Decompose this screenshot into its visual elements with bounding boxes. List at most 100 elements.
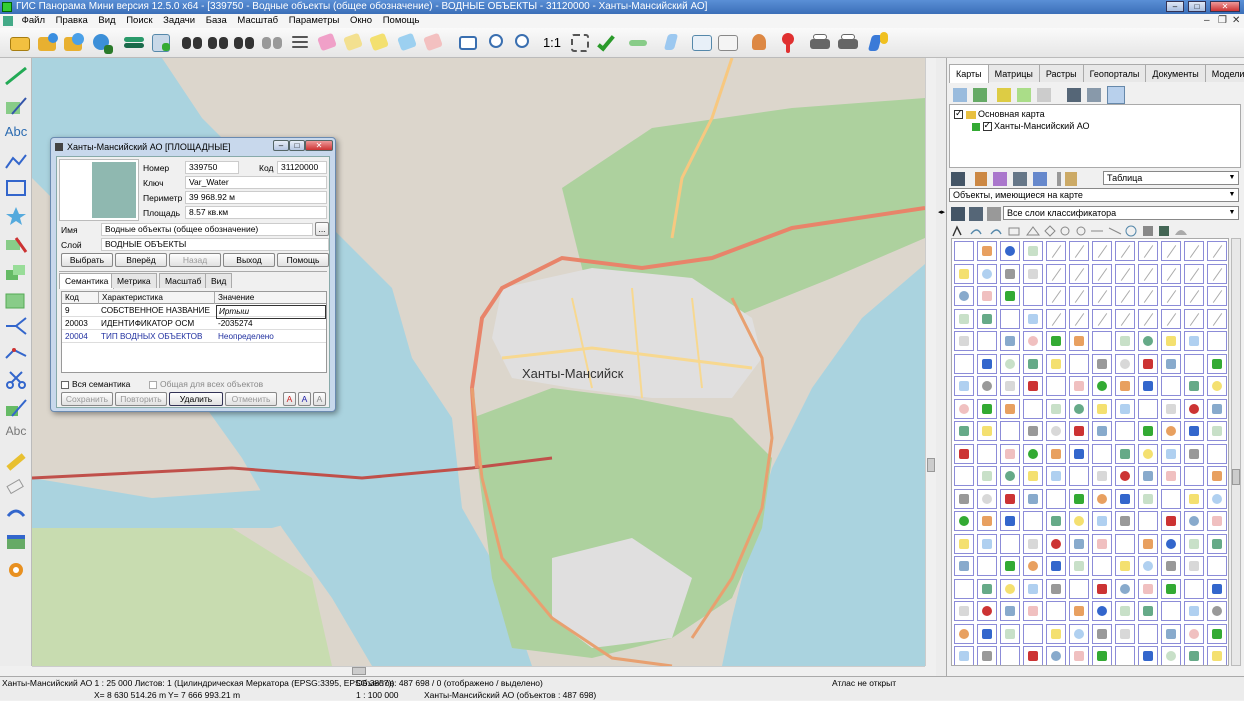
edit-vertices-icon[interactable]	[4, 344, 28, 364]
move-object-icon[interactable]	[4, 290, 28, 310]
legend-symbol[interactable]	[1023, 331, 1043, 351]
back-button[interactable]: Назад	[169, 253, 221, 267]
legend-symbol[interactable]	[1138, 263, 1158, 284]
legend-symbol[interactable]	[1184, 556, 1204, 576]
legend-symbol[interactable]	[1138, 601, 1158, 621]
draw-area-icon[interactable]	[4, 96, 28, 116]
text-info-icon[interactable]	[716, 31, 740, 55]
object-type-icons[interactable]	[951, 224, 1231, 238]
legend-symbol[interactable]	[977, 443, 997, 464]
split-line-icon[interactable]	[4, 316, 28, 336]
legend-symbol[interactable]	[1046, 263, 1066, 284]
menu-parameters[interactable]: Параметры	[285, 14, 344, 28]
draw-line-icon[interactable]	[4, 66, 28, 86]
menu-view[interactable]: Вид	[94, 14, 119, 28]
legend-symbol[interactable]	[954, 646, 974, 665]
legend-symbol[interactable]	[1000, 556, 1020, 576]
legend-symbol[interactable]	[1000, 646, 1020, 665]
legend-symbol[interactable]	[1000, 241, 1020, 261]
legend-symbol[interactable]	[954, 601, 974, 621]
legend-symbol[interactable]	[1184, 533, 1204, 554]
legend-symbol[interactable]	[1115, 466, 1135, 486]
layer-stack-3-icon[interactable]	[987, 207, 1001, 221]
dialog-maximize-button[interactable]: □	[289, 140, 305, 151]
legend-symbol[interactable]	[1046, 376, 1066, 396]
legend-symbol[interactable]	[1069, 286, 1089, 306]
legend-symbol[interactable]	[1161, 241, 1181, 261]
legend-symbol[interactable]	[1046, 421, 1066, 441]
open-folder-icon[interactable]	[8, 31, 32, 55]
legend-symbol[interactable]	[1207, 578, 1227, 599]
legend-symbol[interactable]	[1161, 286, 1181, 306]
fit-extent-icon[interactable]	[568, 31, 592, 55]
legend-symbol[interactable]	[1092, 376, 1112, 396]
legend-symbol[interactable]	[1161, 331, 1181, 351]
menu-help[interactable]: Помощь	[379, 14, 424, 28]
legend-symbol[interactable]	[1092, 578, 1112, 599]
rectangle-icon[interactable]	[4, 178, 28, 198]
zoom-window-icon[interactable]	[456, 31, 480, 55]
legend-symbol[interactable]	[1069, 443, 1089, 464]
legend-symbol[interactable]	[1184, 398, 1204, 419]
legend-symbol[interactable]	[1161, 511, 1181, 531]
legend-symbol[interactable]	[1207, 556, 1227, 576]
binoculars-disabled-icon[interactable]	[260, 31, 284, 55]
legend-symbol[interactable]	[1023, 578, 1043, 599]
legend-symbol[interactable]	[1000, 488, 1020, 509]
legend-symbol[interactable]	[1046, 286, 1066, 306]
legend-symbol[interactable]	[1000, 308, 1020, 329]
scale-1-1-button[interactable]: 1:1	[540, 31, 564, 55]
legend-symbol[interactable]	[1092, 488, 1112, 509]
legend-symbol[interactable]	[1115, 286, 1135, 306]
legend-symbol[interactable]	[977, 556, 997, 576]
forward-button[interactable]: Вперёд	[115, 253, 167, 267]
legend-symbol[interactable]	[1115, 331, 1135, 351]
legend-symbol[interactable]	[1000, 443, 1020, 464]
legend-symbol[interactable]	[954, 241, 974, 261]
legend-symbol[interactable]	[1023, 466, 1043, 486]
legend-symbol[interactable]	[1046, 353, 1066, 374]
legend-symbol[interactable]	[1023, 646, 1043, 665]
copy-object-icon[interactable]	[4, 262, 28, 282]
legend-symbol[interactable]	[1161, 263, 1181, 284]
legend-symbol[interactable]	[1115, 601, 1135, 621]
legend-symbol[interactable]	[954, 488, 974, 509]
table-row[interactable]: 9 СОБСТВЕННОЕ НАЗВАНИЕ Иртыш	[62, 305, 326, 319]
binoculars-icon[interactable]	[180, 31, 204, 55]
name-browse-button[interactable]: ...	[315, 222, 329, 236]
legend-symbol[interactable]	[1092, 331, 1112, 351]
select-area-icon[interactable]	[396, 31, 420, 55]
tab-maps[interactable]: Карты	[949, 64, 989, 83]
legend-symbol[interactable]	[1184, 511, 1204, 531]
tab-semantics[interactable]: Семантика	[59, 273, 115, 289]
legend-symbol[interactable]	[1023, 286, 1043, 306]
apply-check-icon[interactable]	[597, 31, 622, 55]
legend-symbol[interactable]	[1161, 443, 1181, 464]
dialog-close-button[interactable]: ✕	[305, 140, 333, 151]
legend-symbol[interactable]	[1092, 241, 1112, 261]
legend-symbol[interactable]	[1115, 511, 1135, 531]
menu-scale[interactable]: Масштаб	[233, 14, 282, 28]
legend-symbol[interactable]	[1207, 376, 1227, 396]
legend-symbol[interactable]	[1207, 511, 1227, 531]
text-edit-button[interactable]: Abc	[4, 424, 28, 444]
map-edit-icon[interactable]	[150, 31, 174, 55]
legend-symbol[interactable]	[1069, 263, 1089, 284]
legend-symbol[interactable]	[954, 466, 974, 486]
legend-symbol[interactable]	[977, 466, 997, 486]
legend-symbol[interactable]	[977, 646, 997, 665]
layers-icon[interactable]	[122, 31, 146, 55]
select-object-icon[interactable]	[316, 31, 340, 55]
table-row[interactable]: 20003 ИДЕНТИФИКАТОР ОСМ -2035274	[62, 318, 326, 330]
splitter-arrow-icon[interactable]: ◂▸	[938, 208, 945, 216]
select-button[interactable]: Выбрать	[61, 253, 113, 267]
legend-symbol[interactable]	[1069, 376, 1089, 396]
legend-symbol[interactable]	[1184, 286, 1204, 306]
open-globe-icon[interactable]	[62, 31, 86, 55]
refresh-icon[interactable]	[953, 88, 967, 102]
legend-symbol[interactable]	[1046, 511, 1066, 531]
legend-symbol[interactable]	[1207, 443, 1227, 464]
table-row[interactable]: 20004 ТИП ВОДНЫХ ОБЪЕКТОВ Неопределено	[62, 331, 326, 343]
legend-symbol[interactable]	[1115, 308, 1135, 329]
legend-symbol[interactable]	[1115, 241, 1135, 261]
